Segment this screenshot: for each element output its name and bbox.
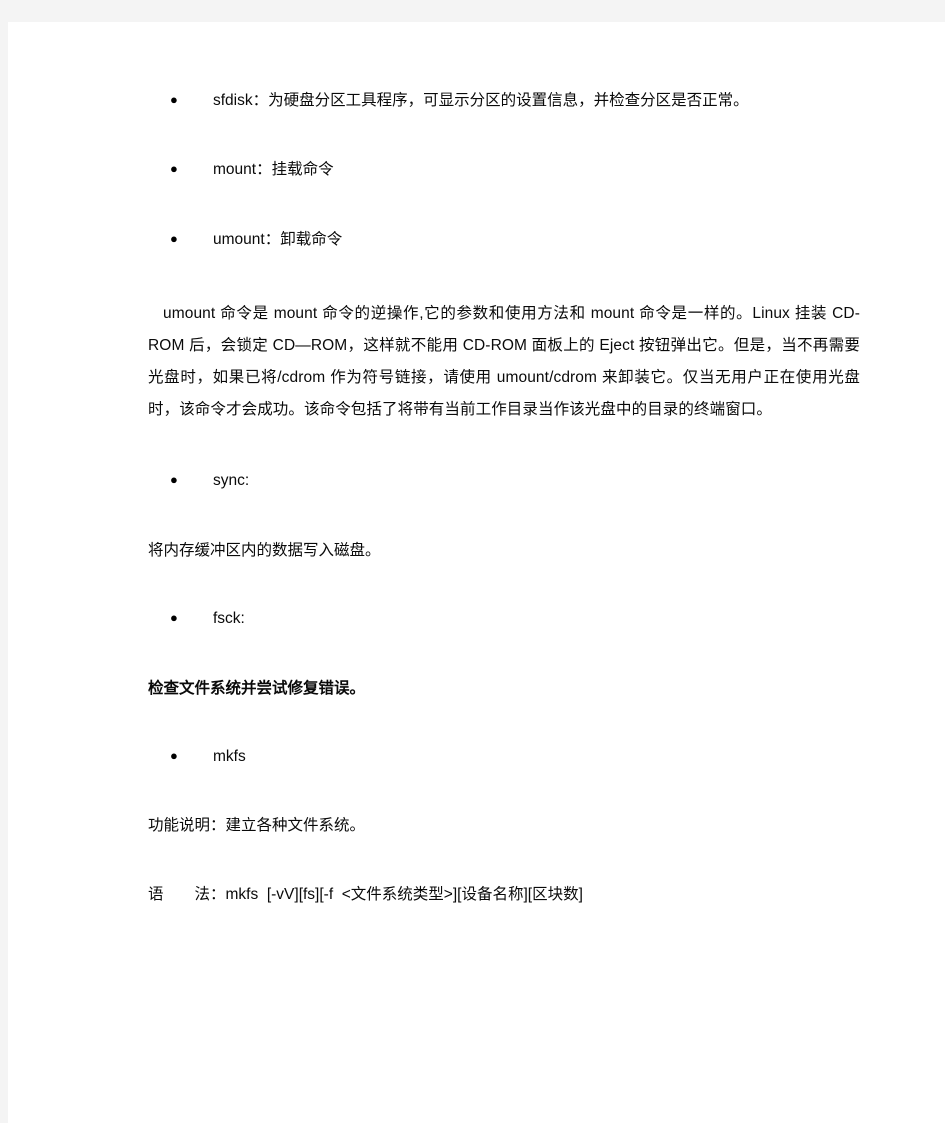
bullet-item-fsck: ● fsck:	[148, 608, 860, 630]
page-sheet: ● sfdisk：为硬盘分区工具程序，可显示分区的设置信息，并检查分区是否正常。 ●…	[8, 22, 945, 1123]
caption-sync-description: 将内存缓冲区内的数据写入磁盘。	[148, 541, 381, 559]
caption-fsck-description: 检查文件系统并尝试修复错误。	[148, 679, 366, 697]
bullet-item-sync: ● sync:	[148, 470, 860, 492]
bullet-item-mount-label: mount：挂载命令	[213, 161, 334, 179]
paragraph-umount-description: umount 命令是 mount 命令的逆操作,它的参数和使用方法和 mount…	[148, 305, 860, 419]
bullet-dot-icon: ●	[170, 230, 178, 246]
bullet-item-sfdisk-label: sfdisk：为硬盘分区工具程序，可显示分区的设置信息，并检查分区是否正常。	[213, 92, 749, 109]
bullet-dot-icon: ●	[170, 472, 178, 488]
syntax-mkfs-usage: 语 法：mkfs [-vV][fs][-f <文件系统类型>][设备名称][区块…	[148, 885, 583, 903]
bullet-dot-icon: ●	[170, 92, 178, 107]
bullet-item-mkfs-label: mkfs	[213, 747, 246, 765]
bullet-dot-icon: ●	[170, 747, 178, 763]
bullet-item-fsck-label: fsck:	[213, 610, 245, 628]
bullet-dot-icon: ●	[170, 610, 178, 626]
bullet-item-mkfs: ● mkfs	[148, 746, 860, 768]
bullet-item-sync-label: sync:	[213, 472, 250, 490]
bullet-dot-icon: ●	[170, 161, 178, 177]
bullet-item-umount-label: umount：卸载命令	[213, 230, 343, 248]
caption-mkfs-function: 功能说明：建立各种文件系统。	[148, 817, 366, 835]
bullet-item-sfdisk: ● sfdisk：为硬盘分区工具程序，可显示分区的设置信息，并检查分区是否正常。	[148, 90, 860, 112]
bullet-item-mount: ● mount：挂载命令	[148, 159, 860, 181]
bullet-item-umount: ● umount：卸载命令	[148, 229, 860, 251]
document-body: ● sfdisk：为硬盘分区工具程序，可显示分区的设置信息，并检查分区是否正常。 ●…	[148, 90, 860, 906]
